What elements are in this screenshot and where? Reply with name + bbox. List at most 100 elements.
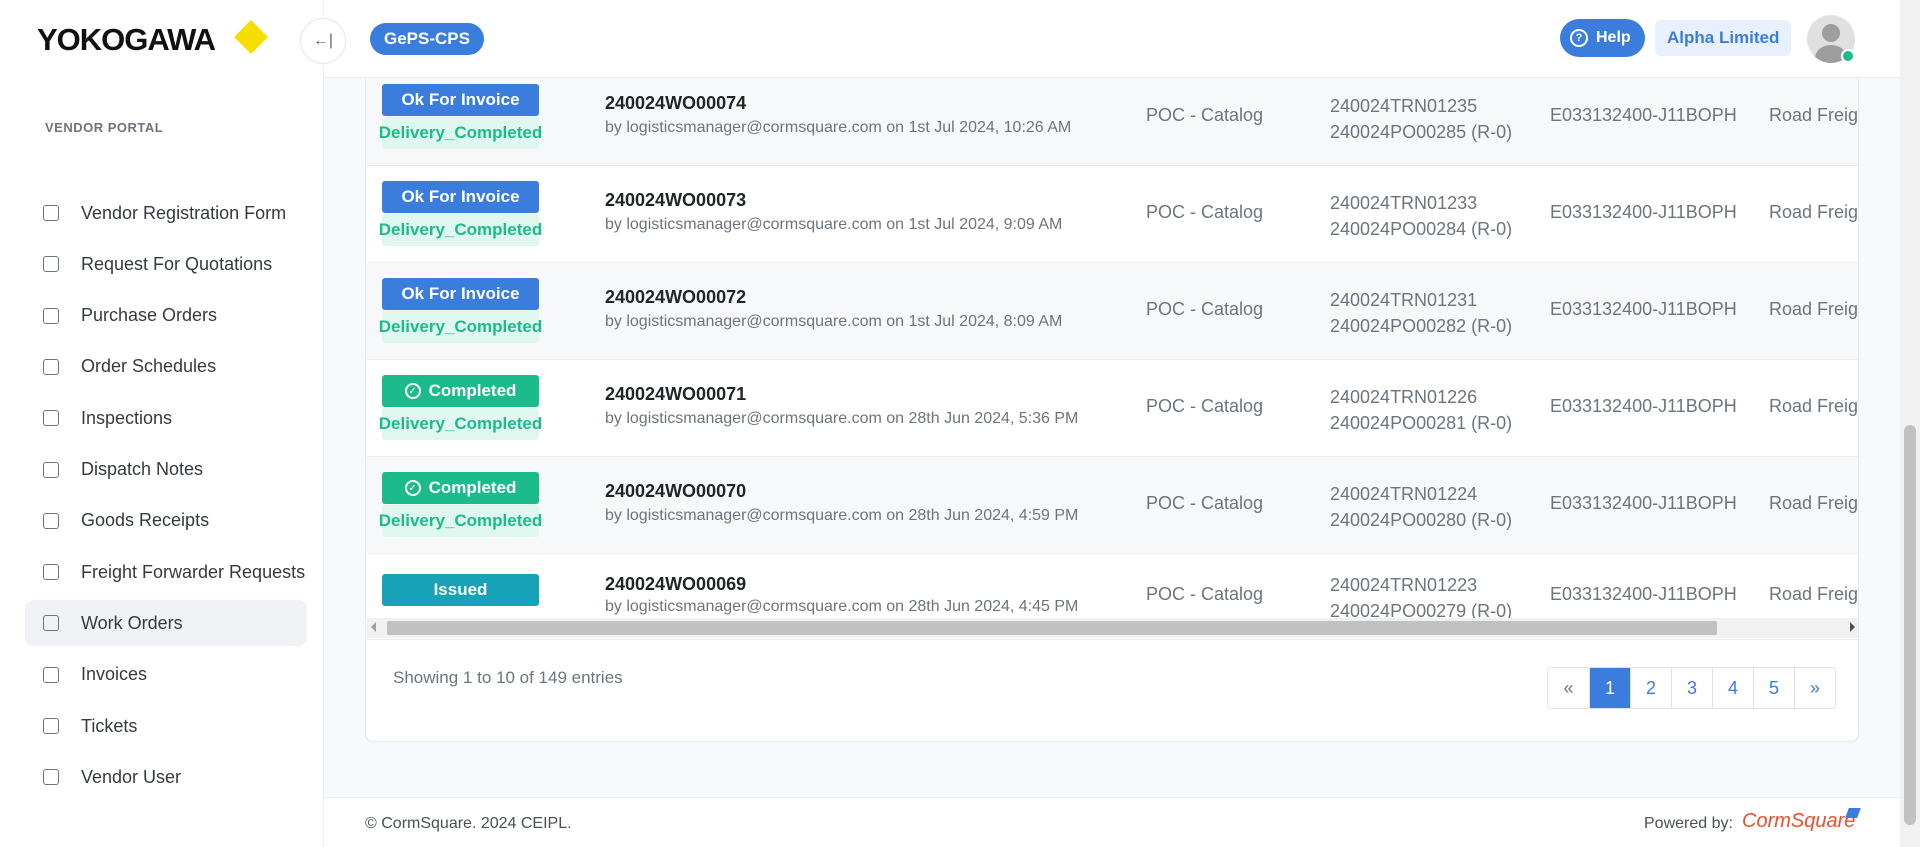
page-4-button[interactable]: 4 xyxy=(1712,668,1753,708)
table-row[interactable]: Ok For Invoice Delivery_Completed 240024WO… xyxy=(367,78,1858,166)
trn-number: 240024TRN01224 xyxy=(1330,484,1478,504)
project-code: E033132400-J11BOPH xyxy=(1550,299,1737,319)
check-file-icon xyxy=(43,410,59,427)
collapse-sidebar-button[interactable]: ←| xyxy=(300,18,346,64)
sidebar-item-work-orders[interactable]: Work Orders xyxy=(25,600,307,647)
next-page-button[interactable]: » xyxy=(1794,668,1835,708)
sub-status-badge: Delivery_Completed xyxy=(379,214,542,246)
sidebar-item-invoices[interactable]: Invoices xyxy=(25,652,307,698)
work-order-id[interactable]: 240024WO00069 xyxy=(605,574,746,595)
reference-numbers: 240024TRN01231 240024PO00282 (R-0) xyxy=(1330,287,1512,339)
yokogawa-logo[interactable]: YOKOGAWA xyxy=(37,22,216,58)
sub-status-badge: Delivery_Completed xyxy=(379,408,542,440)
sidebar-heading: VENDOR PORTAL xyxy=(45,120,164,135)
po-number: 240024PO00285 (R-0) xyxy=(1330,122,1513,142)
sidebar-item-goods-receipts[interactable]: Goods Receipts xyxy=(25,498,307,544)
note-icon xyxy=(43,615,59,632)
logo-area: YOKOGAWA xyxy=(0,0,324,78)
work-order-id[interactable]: 240024WO00074 xyxy=(605,93,746,114)
work-order-meta: by logisticsmanager@cormsquare.com on 28… xyxy=(605,507,1079,524)
project-code: E033132400-J11BOPH xyxy=(1550,202,1737,222)
page-1-button[interactable]: 1 xyxy=(1589,668,1630,708)
collapse-arrow-icon: ←| xyxy=(312,32,334,49)
trn-number: 240024TRN01231 xyxy=(1330,290,1478,310)
sidebar-item-vendor-user[interactable]: Vendor User xyxy=(25,754,307,800)
work-order-meta: by logisticsmanager@cormsquare.com on 1s… xyxy=(605,216,1063,233)
project-code: E033132400-J11BOPH xyxy=(1550,105,1737,125)
catalog-type: POC - Catalog xyxy=(1146,105,1264,125)
logo-diamond-icon xyxy=(234,20,268,54)
work-order-id[interactable]: 240024WO00073 xyxy=(605,190,746,211)
company-selector[interactable]: Alpha Limited xyxy=(1655,20,1792,56)
sidebar-item-order-schedules[interactable]: Order Schedules xyxy=(25,344,307,390)
horizontal-scroll-thumb[interactable] xyxy=(387,621,1717,635)
sidebar-item-label: Request For Quotations xyxy=(81,253,273,274)
project-code: E033132400-J11BOPH xyxy=(1550,493,1737,513)
reference-numbers: 240024TRN01235 240024PO00285 (R-0) xyxy=(1330,93,1512,145)
sidebar-item-inspections[interactable]: Inspections xyxy=(25,395,307,441)
sidebar-item-purchase-orders[interactable]: Purchase Orders xyxy=(25,293,307,339)
check-circle-icon: ✓ xyxy=(404,383,421,399)
status-badge: Ok For Invoice xyxy=(382,181,539,213)
ticket-icon xyxy=(43,718,59,734)
sidebar-item-dispatch-notes[interactable]: Dispatch Notes xyxy=(25,447,307,493)
transport-mode: Road Freight xyxy=(1769,493,1859,513)
sub-status-badge: Delivery_Completed xyxy=(379,311,542,343)
scroll-right-arrow-icon[interactable] xyxy=(1850,622,1855,632)
vertical-scroll-thumb[interactable] xyxy=(1904,425,1916,825)
cormsquare-logo[interactable]: CormSquare xyxy=(1742,810,1855,833)
table-row[interactable]: Ok For Invoice Delivery_Completed 240024WO… xyxy=(367,166,1858,263)
reference-numbers: 240024TRN01223 240024PO00279 (R-0) xyxy=(1330,572,1512,624)
receipt-icon xyxy=(43,512,59,529)
sidebar-item-label: Work Orders xyxy=(81,612,183,633)
sub-status-badge: Delivery_Completed xyxy=(379,505,542,537)
copyright-text: © CormSquare. 2024 CEIPL. xyxy=(365,815,572,832)
status-badge: Ok For Invoice xyxy=(382,278,539,310)
page-5-button[interactable]: 5 xyxy=(1753,668,1794,708)
trn-number: 240024TRN01226 xyxy=(1330,387,1478,407)
entries-info: Showing 1 to 10 of 149 entries xyxy=(393,668,623,687)
sidebar-item-tickets[interactable]: Tickets xyxy=(25,703,307,749)
work-order-id[interactable]: 240024WO00072 xyxy=(605,287,746,308)
catalog-type: POC - Catalog xyxy=(1146,493,1264,513)
top-header: YOKOGAWA ←| GePS-CPS ? Help Alpha Limite… xyxy=(0,0,1900,78)
sidebar-item-vendor-registration-form[interactable]: Vendor Registration Form xyxy=(25,190,307,236)
prev-page-button[interactable]: « xyxy=(1548,668,1589,708)
table-row[interactable]: Ok For Invoice Delivery_Completed 240024WO… xyxy=(367,263,1858,360)
page-2-button[interactable]: 2 xyxy=(1630,668,1671,708)
sidebar-item-freight-forwarder-requests[interactable]: Freight Forwarder Requests xyxy=(25,549,307,595)
project-code: E033132400-J11BOPH xyxy=(1550,584,1737,604)
question-icon: ? xyxy=(1570,29,1588,47)
scroll-left-arrow-icon[interactable] xyxy=(371,622,376,632)
sidebar-item-request-for-quotations[interactable]: Request For Quotations xyxy=(25,241,307,287)
online-status-dot xyxy=(1841,49,1855,63)
po-number: 240024PO00281 (R-0) xyxy=(1330,413,1513,433)
catalog-type: POC - Catalog xyxy=(1146,202,1264,222)
chart-file-icon xyxy=(43,307,59,324)
horizontal-scrollbar[interactable] xyxy=(367,618,1858,638)
work-order-id[interactable]: 240024WO00071 xyxy=(605,384,746,405)
transport-mode: Road Freight xyxy=(1769,584,1859,604)
status-badge: Issued xyxy=(382,574,539,606)
sidebar-item-label: Purchase Orders xyxy=(81,305,218,326)
help-button[interactable]: ? Help xyxy=(1560,19,1645,57)
vertical-scrollbar[interactable] xyxy=(1900,0,1920,847)
invoice-icon xyxy=(43,666,59,683)
sidebar-item-label: Inspections xyxy=(81,407,173,428)
sidebar-item-label: Goods Receipts xyxy=(81,510,210,531)
file-icon xyxy=(43,256,59,273)
note-icon xyxy=(43,461,59,478)
work-orders-table-card: Ok For Invoice Delivery_Completed 240024WO… xyxy=(365,78,1859,742)
table-row[interactable]: ✓ Completed Delivery_Completed 240024WO0007… xyxy=(367,360,1859,457)
sidebar-item-label: Order Schedules xyxy=(81,356,217,377)
reference-numbers: 240024TRN01226 240024PO00281 (R-0) xyxy=(1330,384,1512,436)
page-3-button[interactable]: 3 xyxy=(1671,668,1712,708)
work-order-id[interactable]: 240024WO00070 xyxy=(605,481,746,502)
transport-mode: Road Freight xyxy=(1769,396,1859,416)
table-row[interactable]: ✓ Completed Delivery_Completed 240024WO0007… xyxy=(367,457,1859,554)
sidebar-item-label: Vendor Registration Form xyxy=(81,202,287,223)
po-number: 240024PO00280 (R-0) xyxy=(1330,510,1513,530)
trn-number: 240024TRN01235 xyxy=(1330,96,1478,116)
check-circle-icon: ✓ xyxy=(404,480,421,496)
users-icon xyxy=(43,205,59,221)
